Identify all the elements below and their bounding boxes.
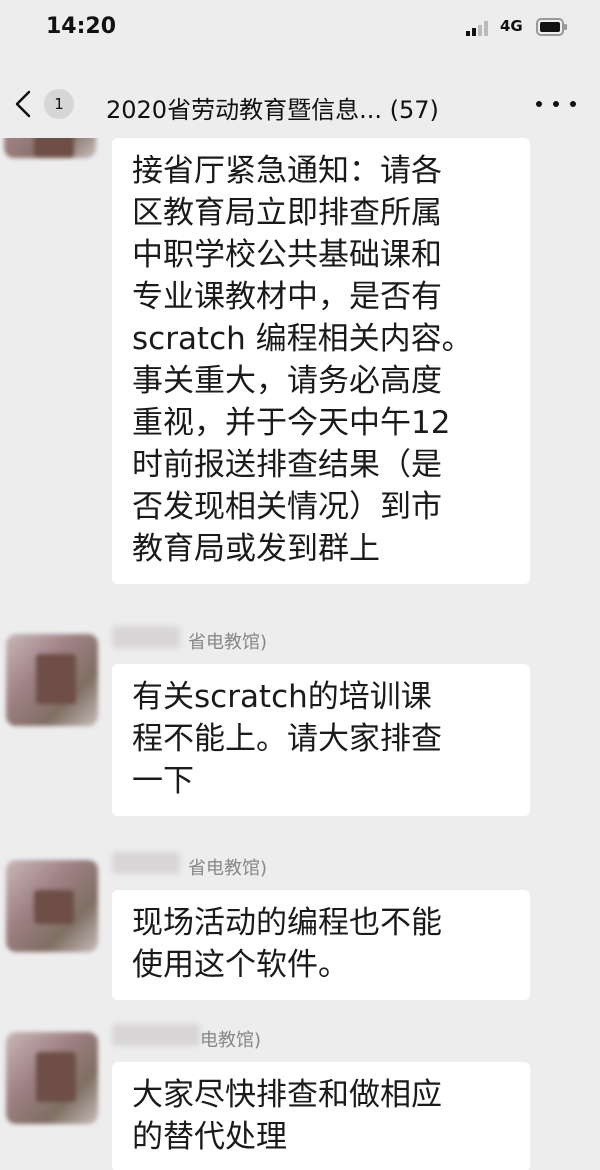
avatar[interactable] bbox=[4, 138, 96, 158]
sender-name-blur bbox=[112, 626, 180, 648]
sender-name: 省电教馆) bbox=[188, 632, 268, 653]
sender-name-blur bbox=[112, 852, 180, 874]
back-button[interactable]: 1 bbox=[14, 86, 94, 122]
unread-badge: 1 bbox=[44, 89, 74, 119]
network-label: 4G bbox=[500, 17, 523, 35]
chat-title: 2020省劳动教育暨信息... (57) bbox=[106, 96, 439, 124]
signal-icon bbox=[466, 21, 488, 36]
battery-icon bbox=[536, 18, 567, 36]
chat-message-list[interactable]: 接省厅紧急通知：请各 区教育局立即排查所属 中职学校公共基础课和 专业课教材中，… bbox=[0, 138, 600, 1170]
more-dots-icon[interactable] bbox=[536, 96, 576, 112]
sender-name: 省电教馆) bbox=[188, 858, 268, 879]
avatar[interactable] bbox=[6, 860, 98, 952]
sender-name-blur bbox=[112, 1024, 200, 1046]
chat-header: 1 2020省劳动教育暨信息... (57) bbox=[0, 66, 600, 138]
message-bubble[interactable]: 现场活动的编程也不能 使用这个软件。 bbox=[112, 890, 530, 1000]
message-bubble[interactable]: 大家尽快排查和做相应 的替代处理 bbox=[112, 1062, 530, 1170]
status-bar: 14:20 4G bbox=[0, 0, 600, 58]
status-time: 14:20 bbox=[46, 14, 117, 39]
chevron-left-icon bbox=[15, 90, 31, 118]
avatar[interactable] bbox=[6, 634, 98, 726]
message-bubble[interactable]: 有关scratch的培训课 程不能上。请大家排查 一下 bbox=[112, 664, 530, 816]
message-bubble[interactable]: 接省厅紧急通知：请各 区教育局立即排查所属 中职学校公共基础课和 专业课教材中，… bbox=[112, 138, 530, 584]
sender-name: 电教馆) bbox=[200, 1030, 262, 1051]
avatar[interactable] bbox=[6, 1032, 98, 1124]
